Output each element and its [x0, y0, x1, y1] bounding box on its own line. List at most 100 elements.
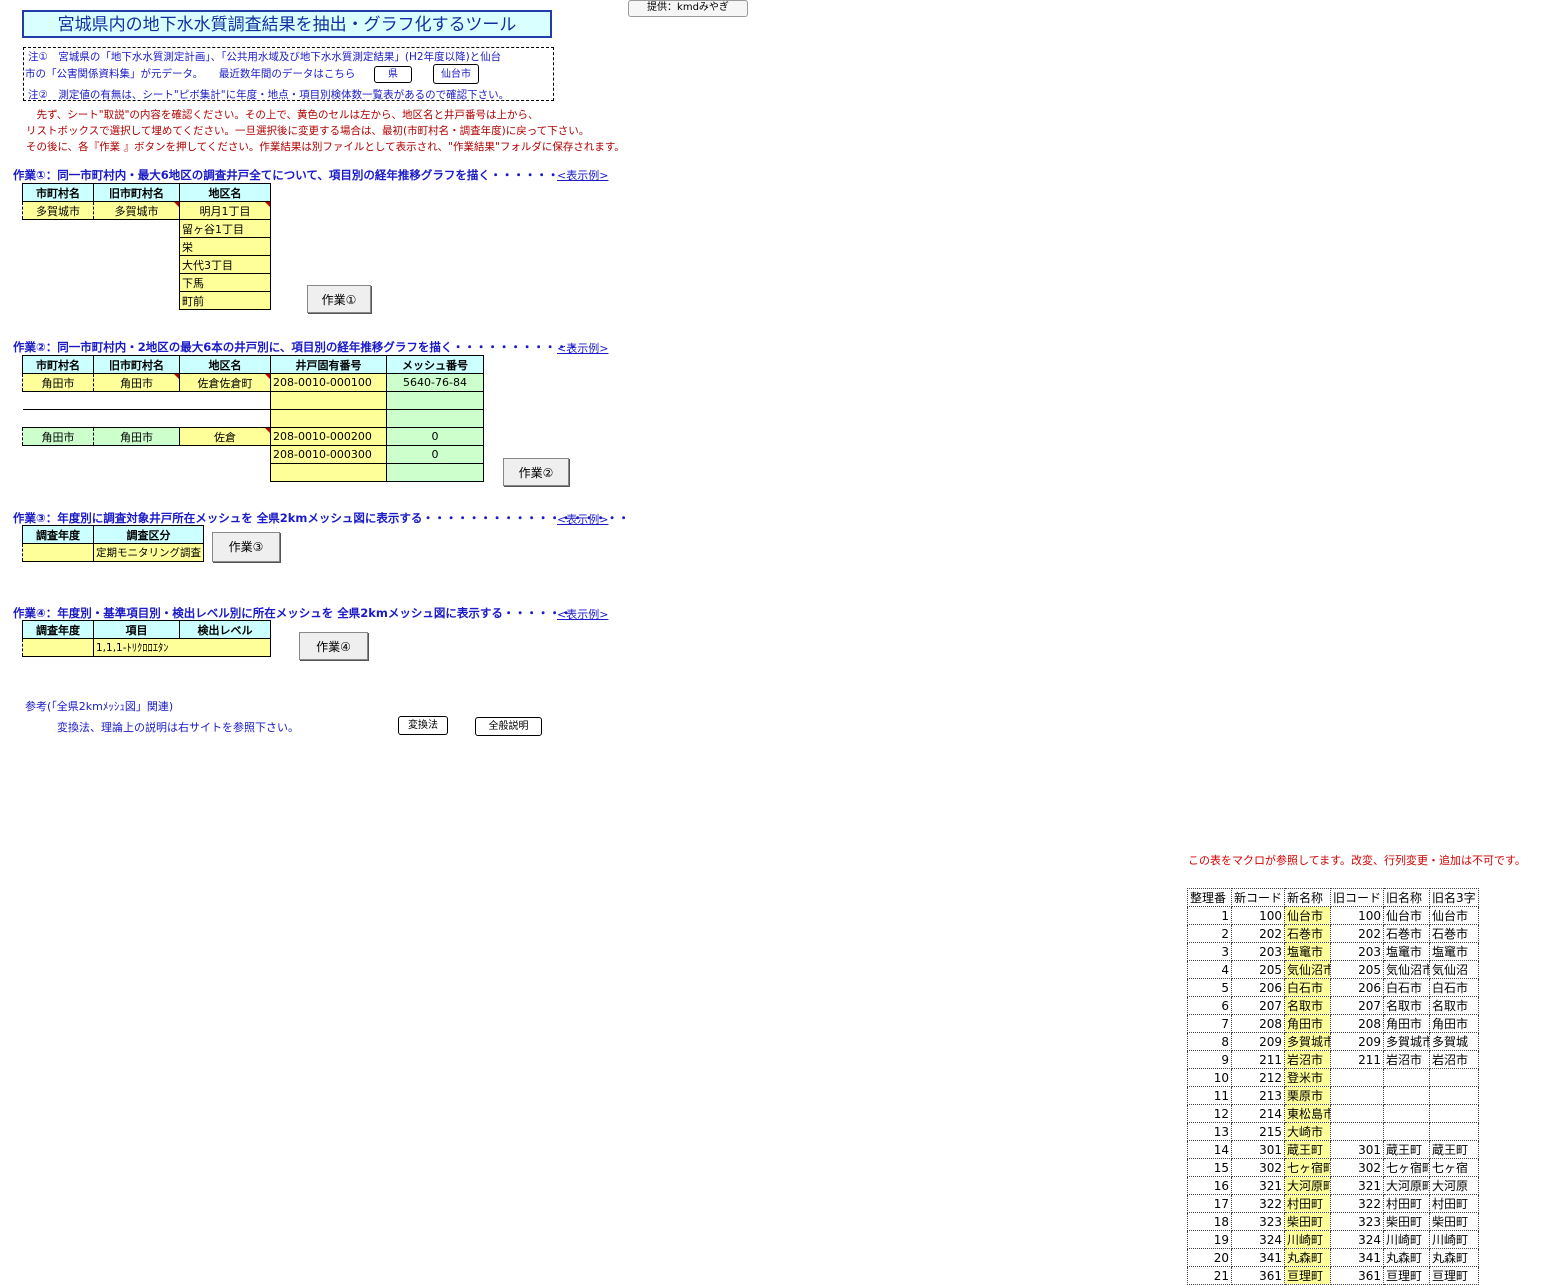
old-code-cell: 206 — [1330, 978, 1385, 997]
header-item: 項目 — [93, 620, 180, 639]
old-name3-cell: 気仙沼 — [1429, 960, 1479, 979]
row-no-cell: 3 — [1187, 942, 1232, 961]
new-code-cell: 213 — [1230, 1086, 1286, 1105]
task3-example-link[interactable]: <表示例> — [557, 511, 608, 527]
task4-example-link[interactable]: <表示例> — [557, 606, 608, 622]
old-name3-cell: 亘理町 — [1429, 1266, 1479, 1285]
task1-district-2[interactable]: 留ヶ谷1丁目 — [179, 219, 271, 238]
pref-data-button[interactable]: 県 — [374, 66, 412, 83]
old-name3-cell: 角田市 — [1429, 1014, 1479, 1033]
header-city: 市町村名 — [22, 183, 94, 202]
reference-text: 変換法、理論上の説明は右サイトを参照下さい。 — [57, 721, 299, 734]
old-name-cell: 多賀城市 — [1383, 1032, 1431, 1051]
table-row: 6 207 名取市 207 名取市 名取市 — [1187, 996, 1479, 1015]
task2-g2-well-3[interactable] — [270, 463, 387, 482]
task2-g2-mesh-1: 0 — [386, 427, 484, 446]
task2-g2-city[interactable]: 角田市 — [22, 427, 94, 446]
task3-category-cell[interactable]: 定期モニタリング調査 — [93, 543, 204, 562]
old-code-cell: 301 — [1330, 1140, 1385, 1159]
old-name3-cell: 村田町 — [1429, 1194, 1479, 1213]
general-explanation-button[interactable]: 全般説明 — [475, 717, 542, 736]
row-no-cell: 2 — [1187, 924, 1232, 943]
new-name-cell: 角田市 — [1284, 1014, 1332, 1033]
old-code-cell: 361 — [1330, 1266, 1385, 1285]
old-code-cell — [1330, 1122, 1385, 1141]
col-header-no: 整理番 — [1187, 888, 1232, 907]
task2-g1-well-3[interactable] — [270, 409, 387, 428]
task2-g2-well-2[interactable]: 208-0010-000300 — [270, 445, 387, 464]
new-code-cell: 322 — [1230, 1194, 1286, 1213]
table-row: 16 321 大河原町 321 大河原町 大河原 — [1187, 1176, 1479, 1195]
task3-button[interactable]: 作業③ — [212, 532, 280, 562]
task2-g1-well-2[interactable] — [270, 391, 387, 410]
new-code-cell: 205 — [1230, 960, 1286, 979]
new-code-cell: 211 — [1230, 1050, 1286, 1069]
new-name-cell: 気仙沼市 — [1284, 960, 1332, 979]
header-year: 調査年度 — [22, 525, 94, 544]
task1-city-cell[interactable]: 多賀城市 — [22, 201, 94, 220]
old-code-cell: 211 — [1330, 1050, 1385, 1069]
task2-table: 市町村名 旧市町村名 地区名 井戸固有番号 メッシュ番号 角田市 角田市 佐倉佐… — [22, 355, 484, 482]
page-title: 宮城県内の地下水水質調査結果を抽出・グラフ化するツール — [22, 10, 552, 38]
new-name-cell: 大崎市 — [1284, 1122, 1332, 1141]
new-name-cell: 塩竃市 — [1284, 942, 1332, 961]
task2-g1-well-1[interactable]: 208-0010-000100 — [270, 373, 387, 392]
task2-g2-district[interactable]: 佐倉 — [179, 427, 271, 446]
old-name3-cell — [1429, 1122, 1479, 1141]
new-code-cell: 209 — [1230, 1032, 1286, 1051]
old-name-cell: 大河原町 — [1383, 1176, 1431, 1195]
old-name3-cell — [1429, 1104, 1479, 1123]
old-name-cell: 塩竃市 — [1383, 942, 1431, 961]
old-code-cell: 202 — [1330, 924, 1385, 943]
old-name-cell: 仙台市 — [1383, 906, 1431, 925]
task1-district-1[interactable]: 明月1丁目 — [179, 201, 271, 220]
row-no-cell: 12 — [1187, 1104, 1232, 1123]
task2-g1-city[interactable]: 角田市 — [22, 373, 94, 392]
old-name-cell — [1383, 1104, 1431, 1123]
old-name-cell: 石巻市 — [1383, 924, 1431, 943]
provider-button[interactable]: 提供：kmdみやぎ — [628, 0, 748, 17]
task1-district-6[interactable]: 町前 — [179, 291, 271, 310]
header-old-city: 旧市町村名 — [93, 355, 180, 374]
new-code-cell: 302 — [1230, 1158, 1286, 1177]
old-code-cell: 324 — [1330, 1230, 1385, 1249]
task4-item-cell[interactable]: 1,1,1-ﾄﾘｸﾛﾛｴﾀﾝ — [93, 638, 180, 657]
table-row: 12 214 東松島市 — [1187, 1104, 1479, 1123]
row-no-cell: 17 — [1187, 1194, 1232, 1213]
task2-g2-well-1[interactable]: 208-0010-000200 — [270, 427, 387, 446]
new-name-cell: 柴田町 — [1284, 1212, 1332, 1231]
task1-heading: 作業①：同一市町村内・最大6地区の調査井戸全てについて、項目別の経年推移グラフを… — [13, 168, 559, 182]
old-name3-cell: 川崎町 — [1429, 1230, 1479, 1249]
task1-example-link[interactable]: <表示例> — [557, 167, 608, 183]
task2-example-link[interactable]: <表示例> — [557, 340, 608, 356]
header-district: 地区名 — [179, 183, 271, 202]
new-name-cell: 蔵王町 — [1284, 1140, 1332, 1159]
table-row: 1 100 仙台市 100 仙台市 仙台市 — [1187, 906, 1479, 925]
table-row: 13 215 大崎市 — [1187, 1122, 1479, 1141]
task1-district-3[interactable]: 栄 — [179, 237, 271, 256]
col-header-old-name3: 旧名3字 — [1429, 888, 1479, 907]
conversion-button[interactable]: 変換法 — [398, 716, 448, 735]
row-no-cell: 4 — [1187, 960, 1232, 979]
task2-g2-old-city[interactable]: 角田市 — [93, 427, 180, 446]
task1-table: 市町村名 旧市町村名 地区名 多賀城市 多賀城市 明月1丁目 留ヶ谷1丁目 栄 … — [22, 183, 271, 310]
task1-button[interactable]: 作業① — [307, 285, 371, 313]
task2-g1-old-city[interactable]: 角田市 — [93, 373, 180, 392]
sendai-data-button[interactable]: 仙台市 — [433, 64, 479, 84]
instruction-line2: リストボックスで選択して埋めてください。一旦選択後に変更する場合は、最初(市町村… — [26, 125, 590, 137]
old-code-cell: 323 — [1330, 1212, 1385, 1231]
col-header-new-name: 新名称 — [1284, 888, 1332, 907]
task1-old-city-cell[interactable]: 多賀城市 — [93, 201, 180, 220]
row-no-cell: 11 — [1187, 1086, 1232, 1105]
row-no-cell: 6 — [1187, 996, 1232, 1015]
task2-g1-district[interactable]: 佐倉佐倉町 — [179, 373, 271, 392]
task1-district-4[interactable]: 大代3丁目 — [179, 255, 271, 274]
task3-year-cell[interactable] — [22, 543, 94, 562]
new-code-cell: 321 — [1230, 1176, 1286, 1195]
task4-button[interactable]: 作業④ — [299, 632, 368, 660]
task2-button[interactable]: 作業② — [503, 458, 569, 486]
task4-year-cell[interactable] — [22, 638, 94, 657]
task1-district-5[interactable]: 下馬 — [179, 273, 271, 292]
old-name-cell: 村田町 — [1383, 1194, 1431, 1213]
task4-level-cell[interactable] — [179, 638, 271, 657]
